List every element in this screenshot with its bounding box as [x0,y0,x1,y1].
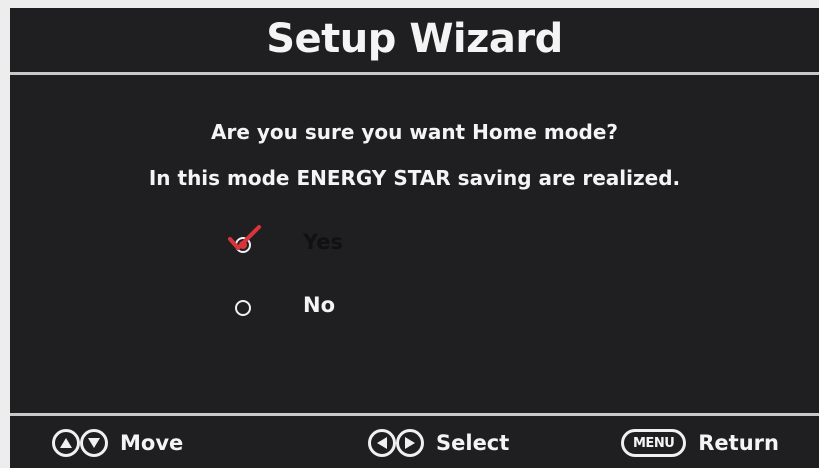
page-title: Setup Wizard [266,16,563,62]
select-keys [368,429,424,457]
left-arrow-icon [368,429,396,457]
option-no[interactable]: No [232,291,452,321]
return-label: Return [698,431,779,455]
menu-key: MENU [621,429,687,457]
radio-unselected-icon [235,300,251,316]
checkmark-icon [228,225,261,250]
hint-select: Select [368,426,509,460]
confirm-description: In this mode ENERGY STAR saving are real… [148,166,681,190]
tv-screen: Setup Wizard Are you sure you want Home … [0,0,819,468]
up-arrow-icon [52,429,80,457]
setup-wizard-dialog: Setup Wizard Are you sure you want Home … [10,8,819,468]
right-arrow-icon [396,429,424,457]
hint-return: MENU Return [621,426,779,460]
confirm-question: Are you sure you want Home mode? [210,120,618,144]
select-label: Select [436,431,510,455]
option-no-label: No [303,293,336,317]
title-bar: Setup Wizard [10,8,819,75]
option-yes-label: Yes [303,230,344,254]
move-label: Move [120,431,184,455]
option-yes[interactable]: Yes [228,225,452,258]
down-arrow-icon [80,429,108,457]
button-hint-bar: Move Select MENU Return [10,413,819,468]
move-keys [52,429,108,457]
hint-move: Move [52,426,183,460]
